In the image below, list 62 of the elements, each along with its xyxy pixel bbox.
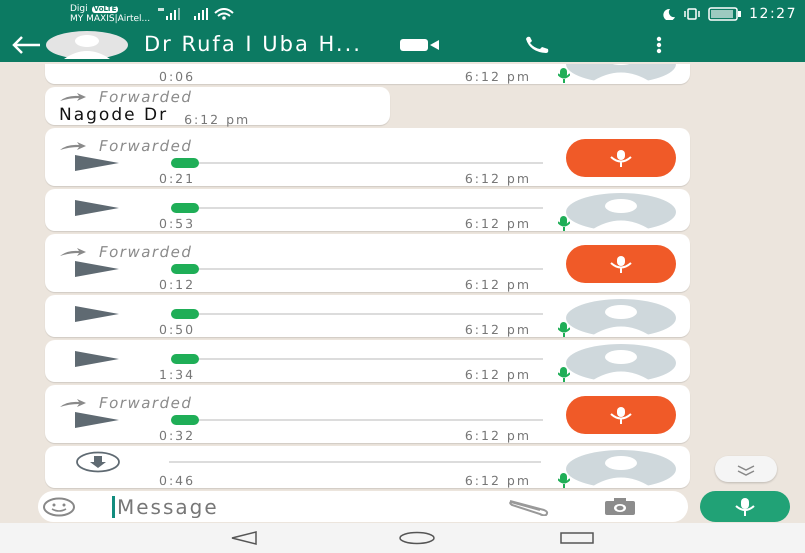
progress-thumb[interactable] (171, 203, 199, 213)
forwarded-label: Forwarded (99, 137, 192, 155)
microphone-icon (609, 256, 633, 272)
message-time: 6:12 pm (464, 428, 531, 443)
voice-duration: 1:34 (159, 367, 196, 382)
scroll-down-button[interactable] (715, 456, 777, 482)
voice-duration: 0:50 (159, 322, 196, 337)
microphone-icon (609, 406, 633, 424)
voice-duration: 0:46 (159, 473, 196, 488)
carrier-name: Digi (70, 4, 88, 14)
home-nav-icon[interactable] (398, 531, 436, 545)
emoji-icon[interactable] (42, 496, 76, 516)
progress-thumb[interactable] (171, 264, 199, 274)
forwarded-label: Forwarded (99, 243, 192, 261)
battery-icon (708, 7, 742, 21)
signal-icon (158, 8, 180, 20)
message-time: 6:12 pm (464, 367, 531, 382)
play-button[interactable] (75, 261, 119, 277)
play-button[interactable] (75, 155, 119, 171)
message-time: 6:12 pm (184, 112, 250, 127)
play-button[interactable] (75, 351, 119, 367)
double-chevron-icon (736, 464, 756, 476)
message-time: 6:12 pm (464, 473, 531, 488)
camera-icon[interactable] (604, 498, 636, 516)
menu-icon[interactable] (656, 36, 662, 54)
download-button[interactable] (75, 451, 121, 473)
play-button[interactable] (75, 306, 119, 322)
recents-nav-icon[interactable] (560, 531, 594, 545)
progress-thumb[interactable] (171, 158, 199, 168)
contact-avatar[interactable] (46, 31, 128, 59)
video-call-icon[interactable] (400, 38, 440, 52)
voice-duration: 0:21 (159, 171, 196, 186)
progress-thumb[interactable] (171, 354, 199, 364)
message-time: 6:12 pm (464, 277, 531, 292)
forwarded-label: Forwarded (99, 88, 192, 106)
moon-icon (662, 8, 676, 20)
message-time: 6:12 pm (464, 171, 531, 186)
play-button[interactable] (75, 412, 119, 428)
message-field[interactable]: Message (112, 496, 492, 518)
progress-thumb[interactable] (171, 309, 199, 319)
forwarded-label: Forwarded (99, 394, 192, 412)
voice-duration: 0:06 (159, 69, 196, 84)
carrier-name: MY MAXIS|Airtel... (70, 14, 150, 24)
microphone-icon (609, 150, 633, 166)
back-arrow-icon[interactable] (12, 36, 42, 54)
vibrate-icon (683, 8, 702, 20)
message-time: 6:12 pm (464, 322, 531, 337)
phone-icon[interactable] (524, 36, 550, 54)
voice-duration: 0:12 (159, 277, 196, 292)
message-text: Nagode Dr (59, 106, 168, 124)
chat-title[interactable]: Dr Rufa I Uba H... (144, 29, 362, 61)
clock-time: 12:27 (749, 7, 797, 21)
back-nav-icon[interactable] (230, 531, 258, 545)
message-time: 6:12 pm (464, 216, 531, 231)
progress-thumb[interactable] (171, 415, 199, 425)
wifi-icon (214, 8, 234, 20)
play-button[interactable] (75, 200, 119, 216)
voice-duration: 0:53 (159, 216, 196, 231)
voice-duration: 0:32 (159, 428, 196, 443)
message-input[interactable]: Message (38, 491, 688, 522)
message-time: 6:12 pm (464, 69, 531, 84)
record-button[interactable] (700, 491, 790, 522)
